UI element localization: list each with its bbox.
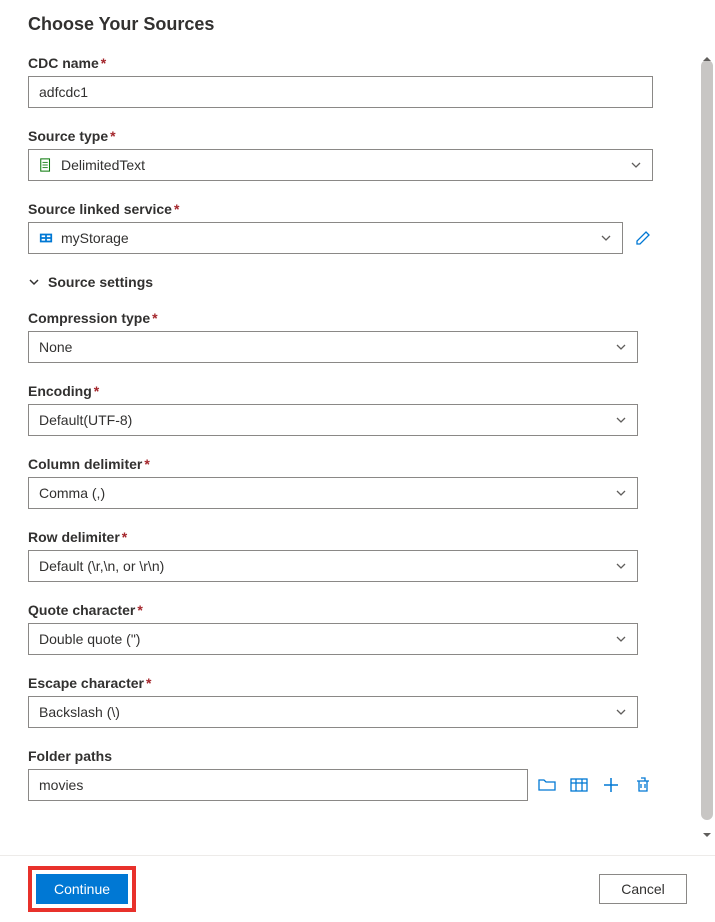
quote-character-label: Quote character* (28, 602, 638, 618)
source-type-value: DelimitedText (61, 157, 145, 173)
scroll-down-arrow[interactable] (702, 830, 712, 840)
compression-type-select[interactable]: None (28, 331, 638, 363)
footer-bar: Continue Cancel (0, 855, 715, 922)
encoding-label: Encoding* (28, 383, 638, 399)
required-asterisk: * (144, 456, 149, 472)
cdc-name-input[interactable] (28, 76, 653, 108)
add-folder-button[interactable] (602, 776, 620, 794)
plus-icon (602, 776, 620, 794)
chevron-down-icon (615, 414, 627, 426)
column-delimiter-label: Column delimiter* (28, 456, 638, 472)
required-asterisk: * (137, 602, 142, 618)
chevron-down-icon (615, 560, 627, 572)
required-asterisk: * (122, 529, 127, 545)
cdc-name-group: CDC name* (28, 55, 653, 108)
source-linked-service-value: myStorage (61, 230, 129, 246)
compression-type-label: Compression type* (28, 310, 638, 326)
encoding-select[interactable]: Default(UTF-8) (28, 404, 638, 436)
chevron-down-icon (28, 276, 40, 288)
pencil-icon (635, 230, 651, 246)
edit-linked-service-button[interactable] (633, 228, 653, 248)
folder-icon (538, 776, 556, 794)
row-delimiter-select[interactable]: Default (\r,\n, or \r\n) (28, 550, 638, 582)
escape-character-select[interactable]: Backslash (\) (28, 696, 638, 728)
row-delimiter-label: Row delimiter* (28, 529, 638, 545)
compression-type-group: Compression type* None (28, 310, 638, 363)
quote-character-select[interactable]: Double quote (") (28, 623, 638, 655)
escape-character-group: Escape character* Backslash (\) (28, 675, 638, 728)
row-delimiter-group: Row delimiter* Default (\r,\n, or \r\n) (28, 529, 638, 582)
encoding-group: Encoding* Default(UTF-8) (28, 383, 638, 436)
source-linked-service-select[interactable]: myStorage (28, 222, 623, 254)
escape-character-label: Escape character* (28, 675, 638, 691)
escape-character-value: Backslash (\) (39, 704, 120, 720)
chevron-down-icon (600, 232, 612, 244)
column-delimiter-value: Comma (,) (39, 485, 105, 501)
source-linked-service-label: Source linked service* (28, 201, 653, 217)
source-type-select[interactable]: DelimitedText (28, 149, 653, 181)
required-asterisk: * (152, 310, 157, 326)
row-delimiter-value: Default (\r,\n, or \r\n) (39, 558, 164, 574)
chevron-down-icon (615, 706, 627, 718)
chevron-down-icon (630, 159, 642, 171)
storage-icon (39, 231, 53, 245)
source-settings-toggle[interactable]: Source settings (28, 274, 687, 290)
required-asterisk: * (146, 675, 151, 691)
source-linked-service-group: Source linked service* myStorage (28, 201, 653, 254)
chevron-down-icon (615, 487, 627, 499)
quote-character-value: Double quote (") (39, 631, 140, 647)
page-title: Choose Your Sources (28, 14, 687, 35)
cancel-button[interactable]: Cancel (599, 874, 687, 904)
scroll-up-arrow[interactable] (702, 54, 712, 64)
source-settings-label: Source settings (48, 274, 153, 290)
preview-data-button[interactable] (570, 776, 588, 794)
compression-type-value: None (39, 339, 72, 355)
chevron-down-icon (615, 341, 627, 353)
folder-paths-input[interactable] (28, 769, 528, 801)
required-asterisk: * (110, 128, 115, 144)
file-icon (39, 158, 53, 172)
required-asterisk: * (94, 383, 99, 399)
delete-folder-button[interactable] (634, 776, 652, 794)
source-type-group: Source type* DelimitedText (28, 128, 653, 181)
column-delimiter-group: Column delimiter* Comma (,) (28, 456, 638, 509)
continue-highlight: Continue (28, 866, 136, 912)
chevron-down-icon (615, 633, 627, 645)
scrollbar-thumb[interactable] (701, 60, 713, 820)
required-asterisk: * (174, 201, 179, 217)
cdc-name-label: CDC name* (28, 55, 653, 71)
required-asterisk: * (101, 55, 106, 71)
column-delimiter-select[interactable]: Comma (,) (28, 477, 638, 509)
folder-paths-group: Folder paths (28, 748, 687, 801)
source-type-label: Source type* (28, 128, 653, 144)
quote-character-group: Quote character* Double quote (") (28, 602, 638, 655)
trash-icon (634, 776, 652, 794)
table-icon (570, 776, 588, 794)
browse-folder-button[interactable] (538, 776, 556, 794)
encoding-value: Default(UTF-8) (39, 412, 132, 428)
continue-button[interactable]: Continue (36, 874, 128, 904)
folder-paths-label: Folder paths (28, 748, 687, 764)
